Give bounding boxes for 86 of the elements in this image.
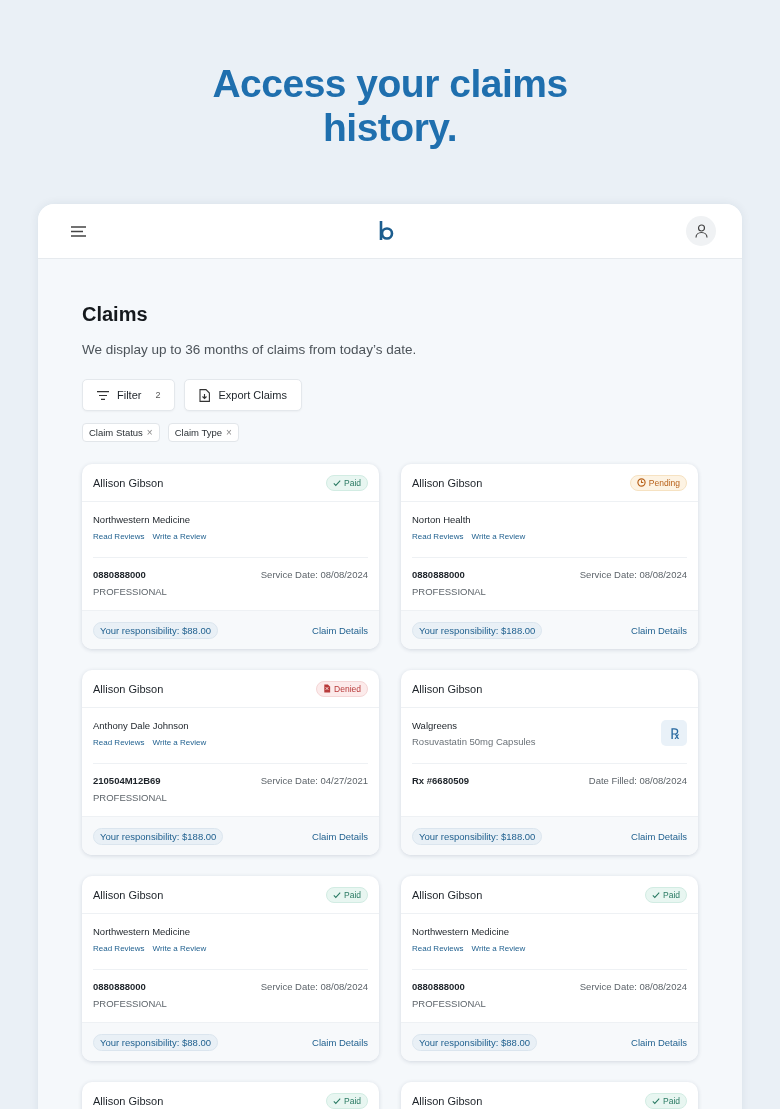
claim-type: PROFESSIONAL: [412, 586, 486, 597]
responsibility-amount: Your responsibility: $188.00: [412, 621, 543, 639]
check-icon: [333, 890, 341, 899]
patient-name: Allison Gibson: [412, 476, 483, 489]
claim-date: Service Date: 08/08/2024: [260, 569, 368, 582]
logo-icon: [378, 220, 394, 242]
status-badge: Paid: [645, 1092, 687, 1109]
provider-name: Norton Health: [412, 514, 472, 525]
responsibility-amount: Your responsibility: $188.00: [93, 827, 224, 845]
check-icon: [652, 890, 660, 899]
filter-chip[interactable]: Claim Status ×: [82, 423, 160, 442]
profile-button[interactable]: [686, 216, 716, 246]
patient-name: Allison Gibson: [93, 682, 164, 695]
chip-label: Claim Status: [89, 427, 143, 438]
provider-name: Walgreens: [412, 720, 459, 731]
claim-date: Service Date: 04/27/2021: [260, 775, 368, 788]
drug-name: Rosuvastatin 50mg Capsules: [412, 736, 536, 747]
review-link[interactable]: Read Reviews: [412, 532, 464, 541]
clock-icon: [636, 478, 646, 487]
claim-number: 0880888000: [93, 981, 147, 992]
provider-name: Northwestern Medicine: [93, 514, 192, 525]
provider-name: Anthony Dale Johnson: [93, 720, 190, 731]
claim-type: PROFESSIONAL: [93, 586, 167, 597]
claim-date: Service Date: 08/08/2024: [579, 981, 687, 994]
claim-type: PROFESSIONAL: [412, 998, 486, 1009]
rx-icon: ℞: [661, 720, 687, 746]
review-link[interactable]: Read Reviews: [412, 944, 464, 953]
claim-number: 0880888000: [412, 981, 466, 992]
status-badge: Paid: [326, 1092, 368, 1109]
remove-chip-button[interactable]: ×: [226, 427, 232, 438]
check-icon: [333, 1096, 341, 1105]
user-icon: [694, 224, 708, 238]
claim-details-link[interactable]: Claim Details: [631, 830, 687, 842]
patient-name: Allison Gibson: [93, 1094, 164, 1107]
review-link[interactable]: Write a Review: [152, 944, 207, 953]
review-link[interactable]: Write a Review: [471, 944, 526, 953]
status-badge: Paid: [326, 474, 368, 491]
responsibility-amount: Your responsibility: $88.00: [93, 1033, 219, 1051]
document-icon: [323, 684, 332, 693]
filter-icon: [97, 390, 109, 400]
patient-name: Allison Gibson: [93, 476, 164, 489]
review-link[interactable]: Write a Review: [471, 532, 526, 541]
claim-date: Date Filled: 08/08/2024: [588, 775, 687, 788]
export-claims-button[interactable]: Export Claims: [184, 379, 302, 411]
patient-name: Allison Gibson: [93, 888, 164, 901]
status-badge: Paid: [645, 886, 687, 903]
claim-number: 0880888000: [93, 569, 147, 580]
provider-name: Northwestern Medicine: [93, 926, 192, 937]
review-link[interactable]: Write a Review: [152, 738, 207, 747]
status-badge: Paid: [326, 886, 368, 903]
claim-number: 0880888000: [412, 569, 466, 580]
claim-type: PROFESSIONAL: [93, 998, 167, 1009]
remove-chip-button[interactable]: ×: [146, 427, 153, 438]
status-badge: Denied: [316, 680, 368, 697]
claim-type: PROFESSIONAL: [93, 792, 167, 803]
patient-name: Allison Gibson: [412, 1094, 483, 1107]
responsibility-amount: Your responsibility: $188.00: [412, 827, 543, 845]
headline: Access your claims history.: [211, 61, 569, 150]
page-subtitle: We display up to 36 months of claims from today’s date.: [82, 342, 418, 357]
claim-details-link[interactable]: Claim Details: [312, 830, 368, 842]
filter-chip[interactable]: Claim Type ×: [167, 423, 239, 442]
provider-name: Northwestern Medicine: [412, 926, 511, 937]
claim-date: Service Date: 08/08/2024: [260, 981, 368, 994]
chip-label: Claim Type: [174, 427, 223, 438]
review-link[interactable]: Read Reviews: [93, 944, 145, 953]
claim-details-link[interactable]: Claim Details: [631, 624, 687, 636]
patient-name: Allison Gibson: [412, 682, 483, 695]
file-download-icon: [199, 388, 211, 402]
patient-name: Allison Gibson: [412, 888, 483, 901]
status-badge: Pending: [629, 474, 687, 491]
claim-details-link[interactable]: Claim Details: [312, 624, 368, 636]
menu-icon[interactable]: [71, 225, 86, 237]
check-icon: [652, 1096, 660, 1105]
review-link[interactable]: Write a Review: [152, 532, 207, 541]
review-link[interactable]: Read Reviews: [93, 738, 145, 747]
check-icon: [333, 478, 341, 487]
responsibility-amount: Your responsibility: $88.00: [412, 1033, 538, 1051]
claim-details-link[interactable]: Claim Details: [312, 1036, 368, 1048]
claim-number: 210504M12B69: [93, 775, 162, 786]
claim-date: Service Date: 08/08/2024: [579, 569, 687, 582]
review-link[interactable]: Read Reviews: [93, 532, 145, 541]
page-title: Claims: [82, 303, 149, 326]
filter-button[interactable]: Filter 2: [82, 379, 176, 411]
claim-details-link[interactable]: Claim Details: [631, 1036, 687, 1048]
responsibility-amount: Your responsibility: $88.00: [93, 621, 219, 639]
claim-number: Rx #6680509: [412, 775, 470, 786]
